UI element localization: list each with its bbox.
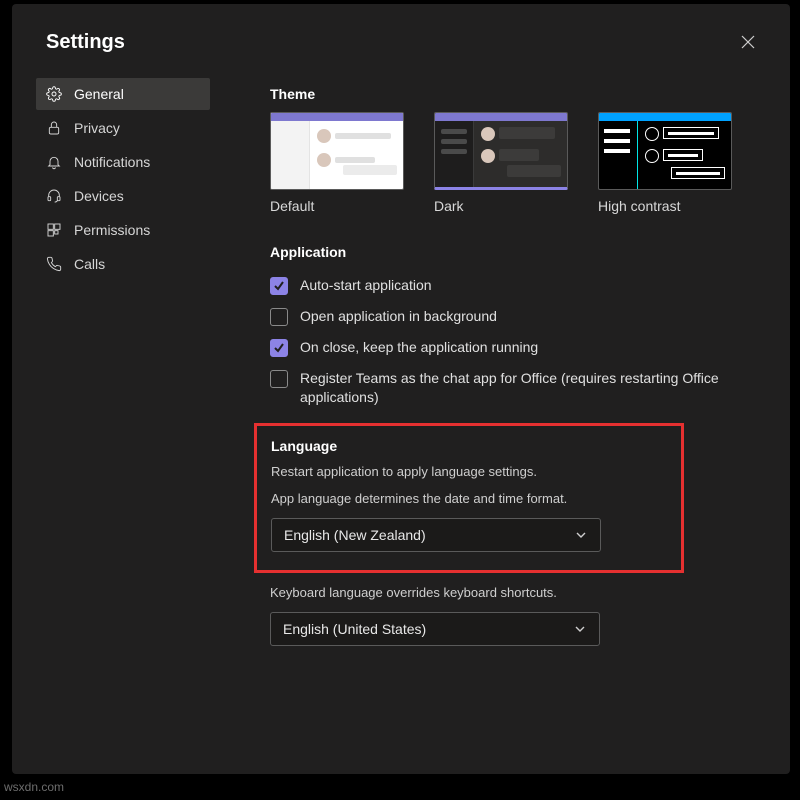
select-value: English (United States) bbox=[283, 621, 426, 637]
theme-default-thumb bbox=[270, 112, 404, 190]
sidebar-item-label: General bbox=[74, 86, 124, 102]
language-highlight-box: Language Restart application to apply la… bbox=[254, 423, 684, 573]
theme-label: High contrast bbox=[598, 198, 732, 214]
check-label: Auto-start application bbox=[300, 276, 432, 295]
sidebar: General Privacy Notifications Devices Pe… bbox=[12, 78, 216, 646]
sidebar-item-label: Privacy bbox=[74, 120, 120, 136]
theme-label: Dark bbox=[434, 198, 568, 214]
keyboard-language-select[interactable]: English (United States) bbox=[270, 612, 600, 646]
page-title: Settings bbox=[46, 31, 125, 54]
headset-icon bbox=[46, 188, 62, 204]
check-label: Register Teams as the chat app for Offic… bbox=[300, 369, 730, 407]
sidebar-item-devices[interactable]: Devices bbox=[36, 180, 210, 212]
theme-heading: Theme bbox=[270, 86, 766, 102]
check-open-bg[interactable]: Open application in background bbox=[270, 301, 766, 332]
app-language-select[interactable]: English (New Zealand) bbox=[271, 518, 601, 552]
theme-high-contrast[interactable]: High contrast bbox=[598, 112, 732, 214]
phone-icon bbox=[46, 256, 62, 272]
sidebar-item-label: Devices bbox=[74, 188, 124, 204]
content-pane: Theme Default Dark bbox=[216, 78, 790, 646]
close-icon bbox=[741, 35, 755, 49]
check-register[interactable]: Register Teams as the chat app for Offic… bbox=[270, 363, 766, 413]
check-label: Open application in background bbox=[300, 307, 497, 326]
watermark: wsxdn.com bbox=[4, 780, 64, 794]
sidebar-item-calls[interactable]: Calls bbox=[36, 248, 210, 280]
gear-icon bbox=[46, 86, 62, 102]
theme-options: Default Dark High cont bbox=[270, 112, 766, 214]
language-restart-note: Restart application to apply language se… bbox=[271, 464, 667, 479]
sidebar-item-label: Permissions bbox=[74, 222, 150, 238]
sidebar-item-privacy[interactable]: Privacy bbox=[36, 112, 210, 144]
lock-icon bbox=[46, 120, 62, 136]
close-button[interactable] bbox=[732, 26, 764, 58]
select-value: English (New Zealand) bbox=[284, 527, 426, 543]
checkbox[interactable] bbox=[270, 308, 288, 326]
checkbox[interactable] bbox=[270, 277, 288, 295]
check-onclose[interactable]: On close, keep the application running bbox=[270, 332, 766, 363]
theme-default[interactable]: Default bbox=[270, 112, 404, 214]
language-heading: Language bbox=[271, 438, 667, 454]
bell-icon bbox=[46, 154, 62, 170]
theme-hc-thumb bbox=[598, 112, 732, 190]
checkbox[interactable] bbox=[270, 370, 288, 388]
chevron-down-icon bbox=[573, 622, 587, 636]
theme-dark-thumb bbox=[434, 112, 568, 190]
check-icon bbox=[273, 342, 285, 354]
checkbox[interactable] bbox=[270, 339, 288, 357]
sidebar-item-general[interactable]: General bbox=[36, 78, 210, 110]
chevron-down-icon bbox=[574, 528, 588, 542]
app-icon bbox=[46, 222, 62, 238]
titlebar: Settings bbox=[12, 4, 790, 68]
sidebar-item-label: Notifications bbox=[74, 154, 150, 170]
sidebar-item-notifications[interactable]: Notifications bbox=[36, 146, 210, 178]
sidebar-item-label: Calls bbox=[74, 256, 105, 272]
settings-window: Settings General Privacy Notifications D… bbox=[12, 4, 790, 774]
sidebar-item-permissions[interactable]: Permissions bbox=[36, 214, 210, 246]
application-heading: Application bbox=[270, 244, 766, 260]
check-autostart[interactable]: Auto-start application bbox=[270, 270, 766, 301]
check-label: On close, keep the application running bbox=[300, 338, 538, 357]
check-icon bbox=[273, 280, 285, 292]
theme-dark[interactable]: Dark bbox=[434, 112, 568, 214]
keyboard-note: Keyboard language overrides keyboard sho… bbox=[270, 585, 766, 600]
theme-label: Default bbox=[270, 198, 404, 214]
language-app-note: App language determines the date and tim… bbox=[271, 491, 667, 506]
